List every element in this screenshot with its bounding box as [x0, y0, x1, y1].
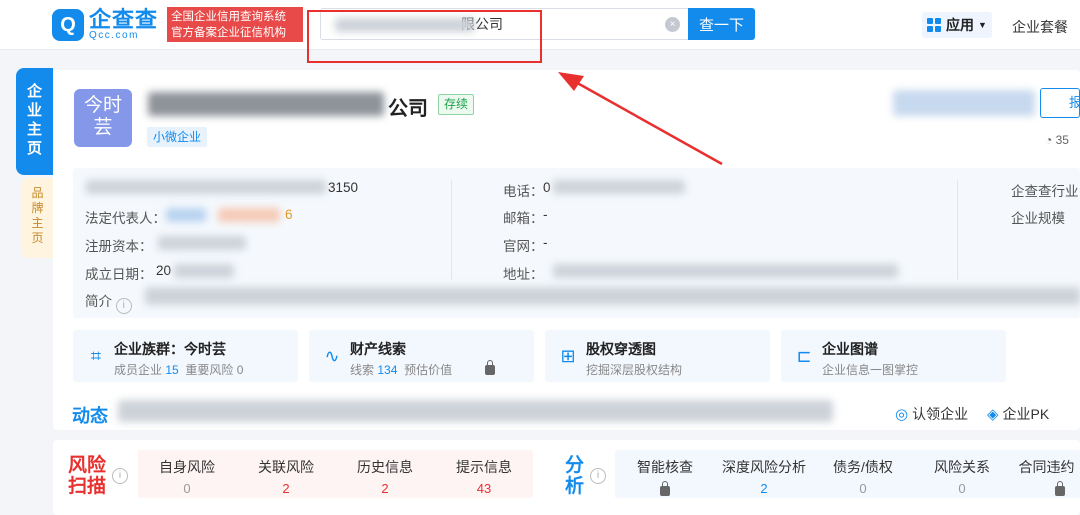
info-icon[interactable]: i [590, 468, 606, 484]
qcc-logo[interactable]: Q 企查查 Qcc.com [52, 8, 162, 42]
scale-tag: 小微企业 [147, 127, 208, 147]
redacted-legal-rep [166, 208, 206, 222]
risk-history[interactable]: 历史信息 2 [337, 457, 433, 496]
info-icon[interactable]: i [115, 298, 132, 314]
redacted-intro [145, 287, 1080, 305]
redacted-founded [174, 264, 234, 278]
search-button[interactable]: 查一下 [688, 8, 755, 40]
intro-label: 简介 i [85, 290, 132, 314]
pk-icon: ◈ [987, 406, 999, 423]
route-icon: ∿ [324, 346, 340, 366]
shield-check-icon: ◎ [895, 406, 909, 423]
credit-code: 3150 [328, 180, 359, 195]
redacted-dynamic [118, 400, 833, 422]
follow-count: ◔ 35 [1045, 133, 1069, 147]
risk-scan-label: 风险扫描 [68, 455, 107, 497]
tab-company-home[interactable]: 企业主页 [16, 68, 53, 175]
analysis-debt[interactable]: 债务/债权 0 [815, 457, 911, 496]
feature-equity-penetration[interactable]: ⊞ 股权穿透图 挖掘深层股权结构 [545, 330, 770, 382]
org-chart-icon: ⌗ [90, 346, 102, 366]
logo-mark-icon: Q [52, 9, 84, 41]
caret-down-icon: ▼ [978, 20, 987, 30]
slogan-badge: 全国企业信用查询系统 官方备案企业征信机构 [167, 7, 303, 42]
redacted-phone [553, 180, 685, 194]
info-icon[interactable]: i [112, 468, 128, 484]
analysis-smart-check[interactable]: 智能核查 [617, 457, 713, 497]
eye-icon: ◔ [1045, 133, 1053, 147]
claim-company-button[interactable]: ◎ 认领企业 [895, 404, 968, 424]
redacted-legal-rep-tag [218, 208, 280, 222]
graph-icon: ⊏ [796, 346, 812, 366]
hierarchy-icon: ⊞ [560, 346, 576, 366]
redacted-action [893, 90, 1035, 116]
risk-self[interactable]: 自身风险 0 [139, 457, 235, 496]
package-link[interactable]: 企业套餐 [1012, 17, 1068, 37]
company-avatar: 今时芸 [74, 89, 132, 147]
analysis-contract-default[interactable]: 合同违约 [1013, 457, 1080, 497]
logo-name: 企查查 [89, 7, 159, 32]
risk-notice[interactable]: 提示信息 43 [436, 457, 532, 496]
lock-icon [660, 481, 670, 496]
tab-brand-home[interactable]: 品牌主页 [22, 178, 53, 258]
company-name: 公司 [388, 98, 428, 120]
highlight-box [307, 10, 542, 63]
logo-domain: Qcc.com [89, 30, 139, 41]
analysis-label: 分析 [565, 455, 585, 497]
legal-rep-count: 6 [285, 207, 293, 222]
redacted-company-name [148, 92, 384, 116]
feature-company-graph[interactable]: ⊏ 企业图谱 企业信息一图掌控 [781, 330, 1006, 382]
company-pk-button[interactable]: ◈ 企业PK [987, 404, 1049, 424]
redacted-capital [158, 236, 246, 250]
feature-asset-clues[interactable]: ∿ 财产线索 线索 134 预估价值 [309, 330, 534, 382]
redacted-credit-code [86, 180, 326, 194]
lock-icon [1055, 481, 1065, 496]
status-badge: 存续 [438, 94, 475, 115]
analysis-risk-relation[interactable]: 风险关系 0 [914, 457, 1010, 496]
clear-icon[interactable]: × [665, 17, 680, 32]
feature-company-group[interactable]: ⌗ 企业族群：今时芸 成员企业 15 重要风险 0 [73, 330, 298, 382]
dynamic-label: 动态 [72, 406, 108, 426]
lock-icon [485, 360, 495, 375]
redacted-address [553, 264, 898, 278]
analysis-deep-risk[interactable]: 深度风险分析 2 [716, 457, 812, 496]
grid-icon [927, 18, 941, 32]
report-button[interactable]: 报 [1040, 88, 1080, 118]
apps-menu-button[interactable]: 应用 ▼ [922, 12, 992, 38]
risk-related[interactable]: 关联风险 2 [238, 457, 334, 496]
